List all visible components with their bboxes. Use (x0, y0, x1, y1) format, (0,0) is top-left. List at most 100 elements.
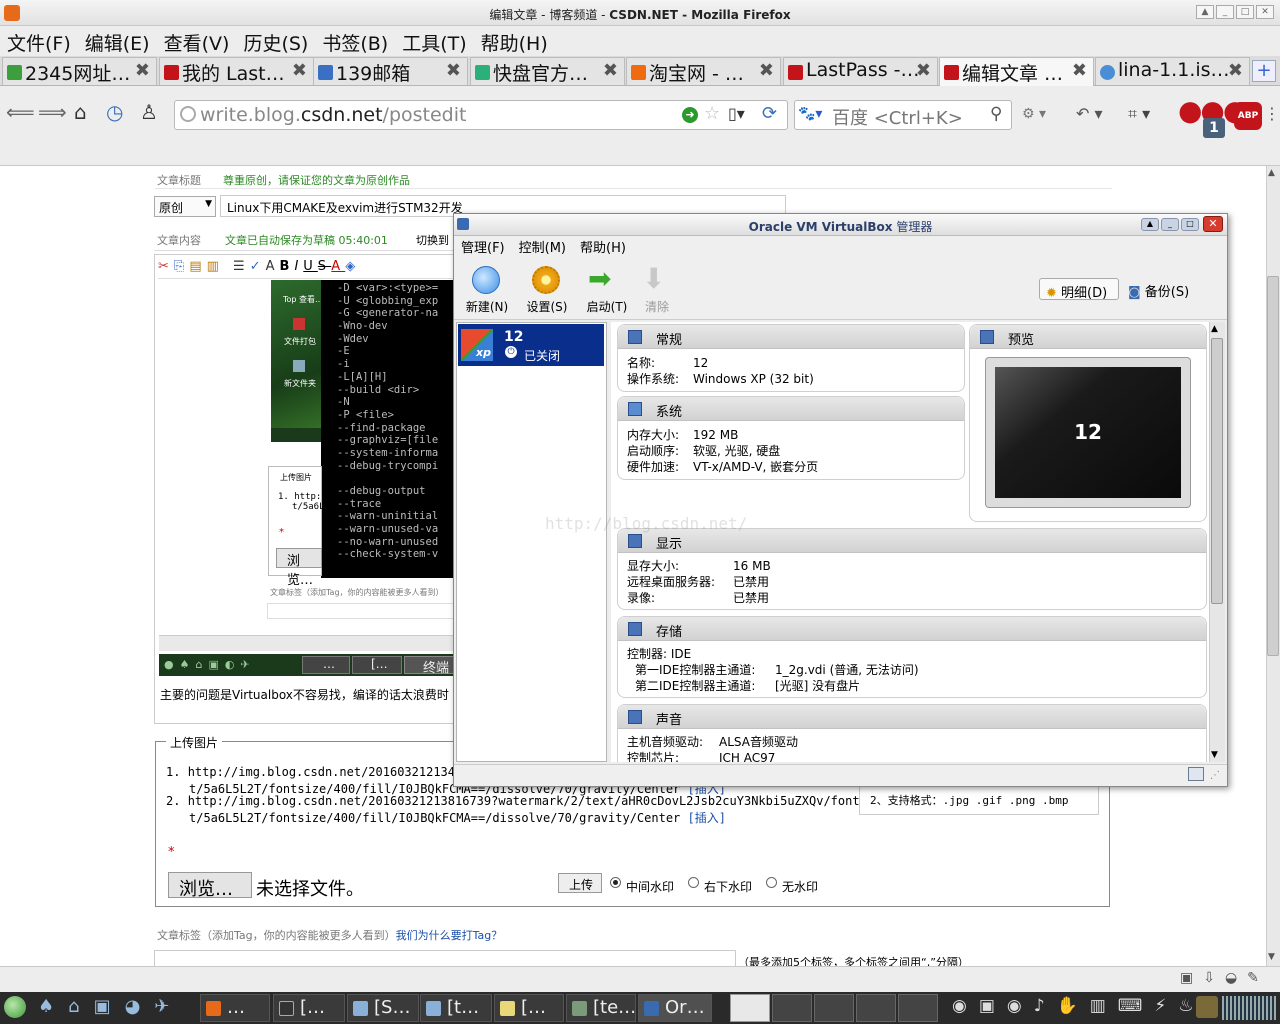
forward-icon[interactable]: ⟹ (38, 100, 67, 124)
taskbar-item-virtualbox[interactable]: Or… (638, 994, 712, 1022)
browse-button[interactable]: 浏览… (168, 872, 252, 900)
system-panel-header[interactable]: 系统 (618, 397, 964, 421)
workspace-pager-3[interactable] (814, 994, 854, 1022)
switch-editor-link[interactable]: 切换到 (416, 232, 449, 248)
window-maximize-button[interactable]: □ (1236, 5, 1254, 19)
details-scroll-down-icon[interactable]: ▼ (1211, 750, 1218, 760)
resize-grip-icon[interactable]: ⋰ (1210, 770, 1220, 781)
article-type-select[interactable]: 原创 ▼ (154, 196, 216, 217)
menu-edit[interactable]: 编辑(E) (78, 26, 157, 56)
highlight-icon[interactable]: ◈ (345, 259, 360, 274)
vbox-menu-control[interactable]: 控制(M) (512, 236, 573, 256)
snapshots-view-toggle[interactable]: ◙ 备份(S) (1128, 281, 1189, 300)
tab-kuaipan[interactable]: 快盘官方… ✖ (470, 57, 625, 85)
general-panel-header[interactable]: 常规 (618, 325, 964, 349)
tab-close-icon[interactable]: ✖ (446, 60, 461, 81)
window-minimize-button[interactable]: _ (1216, 5, 1234, 19)
strike-icon[interactable]: S (318, 259, 332, 274)
start-menu-icon[interactable] (4, 996, 26, 1018)
tab-taobao[interactable]: 淘宝网 - … ✖ (626, 57, 781, 85)
italic-icon[interactable]: I (294, 259, 303, 274)
reload-icon[interactable]: ⟳ (762, 103, 777, 124)
tab-close-icon[interactable]: ✖ (916, 60, 931, 81)
vbox-close-button[interactable]: ✕ (1203, 216, 1223, 232)
tab-lina-iso[interactable]: lina-1.1.is… ✖ (1095, 57, 1250, 85)
taskbar-item-folder-s[interactable]: [S… (347, 994, 419, 1022)
storage-panel-header[interactable]: 存储 (618, 617, 1206, 641)
taskbar-item-terminal[interactable]: [… (273, 994, 345, 1022)
home-icon[interactable]: ⌂ (74, 100, 87, 124)
tab-close-icon[interactable]: ✖ (1072, 60, 1087, 81)
new-icon[interactable] (472, 266, 500, 294)
vbox-menu-help[interactable]: 帮助(H) (573, 236, 633, 256)
tab-close-icon[interactable]: ✖ (135, 60, 150, 81)
preview-panel-header[interactable]: 预览 (970, 325, 1206, 349)
reply-icon[interactable]: ↶ ▾ (1076, 104, 1103, 123)
search-magnifier-icon[interactable]: ⚲ (990, 104, 1002, 124)
tab-close-icon[interactable]: ✖ (292, 60, 307, 81)
page-scroll-thumb[interactable] (1267, 276, 1279, 656)
vbox-shade-button[interactable]: ▲ (1141, 218, 1159, 231)
menu-help[interactable]: 帮助(H) (474, 26, 555, 56)
font-icon[interactable]: A (266, 259, 280, 274)
watermark-center-radio[interactable] (610, 877, 621, 888)
insert-link[interactable]: [插入] (688, 811, 726, 825)
workspace-pager-1[interactable] (730, 994, 770, 1022)
details-scroll-thumb[interactable] (1211, 338, 1223, 604)
upload-button[interactable]: 上传 (558, 873, 602, 893)
start-arrow-icon[interactable]: ➡ (588, 264, 611, 294)
new-tab-button[interactable]: + (1252, 60, 1276, 82)
audio-panel-header[interactable]: 声音 (618, 705, 1206, 729)
menu-history[interactable]: 历史(S) (236, 26, 315, 56)
taskbar-item-editor[interactable]: [… (494, 994, 564, 1022)
spellcheck-icon[interactable]: ✓ (250, 259, 266, 274)
underline-icon[interactable]: U (303, 259, 318, 274)
scroll-down-icon[interactable]: ▼ (1268, 952, 1275, 962)
menu-tools[interactable]: 工具(T) (395, 26, 473, 56)
tab-close-icon[interactable]: ✖ (603, 60, 618, 81)
history-clock-icon[interactable]: ◷ (106, 100, 123, 124)
text-color-icon[interactable]: A (331, 259, 345, 274)
align-icon[interactable]: ☰ (233, 259, 250, 274)
addon-bar-icons[interactable]: ▣⇩◒✎ (1180, 970, 1269, 986)
bold-icon[interactable]: B (280, 259, 295, 274)
tab-lastpass-my[interactable]: 我的 Last… ✖ (159, 57, 314, 85)
taskbar-item-firefox[interactable]: … (200, 994, 270, 1022)
settings-button[interactable]: 设置(S) (520, 298, 574, 315)
window-shade-button[interactable]: ▲ (1196, 5, 1214, 19)
baidu-engine-icon[interactable]: 🐾▾ (798, 106, 822, 122)
menu-bookmarks[interactable]: 书签(B) (315, 26, 395, 56)
mobile-icon[interactable]: ▯▾ (728, 104, 745, 123)
cut-icon[interactable]: ✂ (158, 259, 174, 274)
vbox-menu-manage[interactable]: 管理(F) (454, 236, 512, 256)
tab-close-icon[interactable]: ✖ (1228, 60, 1243, 81)
workspace-pager-2[interactable] (772, 994, 812, 1022)
copy-icon[interactable]: ⎘ (174, 259, 189, 274)
paste-icon[interactable]: ▤ (189, 259, 206, 274)
tab-close-icon[interactable]: ✖ (759, 60, 774, 81)
paste-text-icon[interactable]: ▥ (207, 259, 224, 274)
tags-input[interactable] (154, 950, 736, 966)
start-button[interactable]: 启动(T) (580, 298, 634, 315)
new-vm-button[interactable]: 新建(N) (460, 298, 514, 315)
go-arrow-icon[interactable]: ➜ (682, 107, 698, 123)
menu-file[interactable]: 文件(F) (0, 26, 78, 56)
back-icon[interactable]: ⟸ (6, 100, 35, 124)
why-tags-link[interactable]: 我们为什么要打Tag？ (396, 929, 503, 942)
watermark-none-radio[interactable] (766, 877, 777, 888)
bookmark-star-icon[interactable]: ☆ (704, 103, 720, 124)
settings-gear-icon[interactable] (532, 266, 560, 294)
system-tray-icons[interactable]: ◉▣◉♪✋▥⌨⚡♨ (952, 996, 1206, 1016)
scroll-up-icon[interactable]: ▲ (1268, 168, 1275, 178)
menu-view[interactable]: 查看(V) (157, 26, 237, 56)
workspace-pager-4[interactable] (856, 994, 896, 1022)
taskbar-item-te[interactable]: [te… (566, 994, 636, 1022)
taskbar-item-folder-t[interactable]: [t… (420, 994, 492, 1022)
tab-2345[interactable]: 2345网址… ✖ (2, 57, 157, 85)
quick-launch-icons[interactable]: ♠⌂▣◕✈ (38, 996, 183, 1017)
more-menu-icon[interactable]: ⋮ (1264, 104, 1280, 123)
tab-edit-article[interactable]: 编辑文章 … ✖ (939, 57, 1094, 87)
site-identity-icon[interactable] (180, 106, 196, 122)
details-scroll-up-icon[interactable]: ▲ (1211, 324, 1218, 334)
tux-icon[interactable]: ♙ (140, 100, 158, 124)
